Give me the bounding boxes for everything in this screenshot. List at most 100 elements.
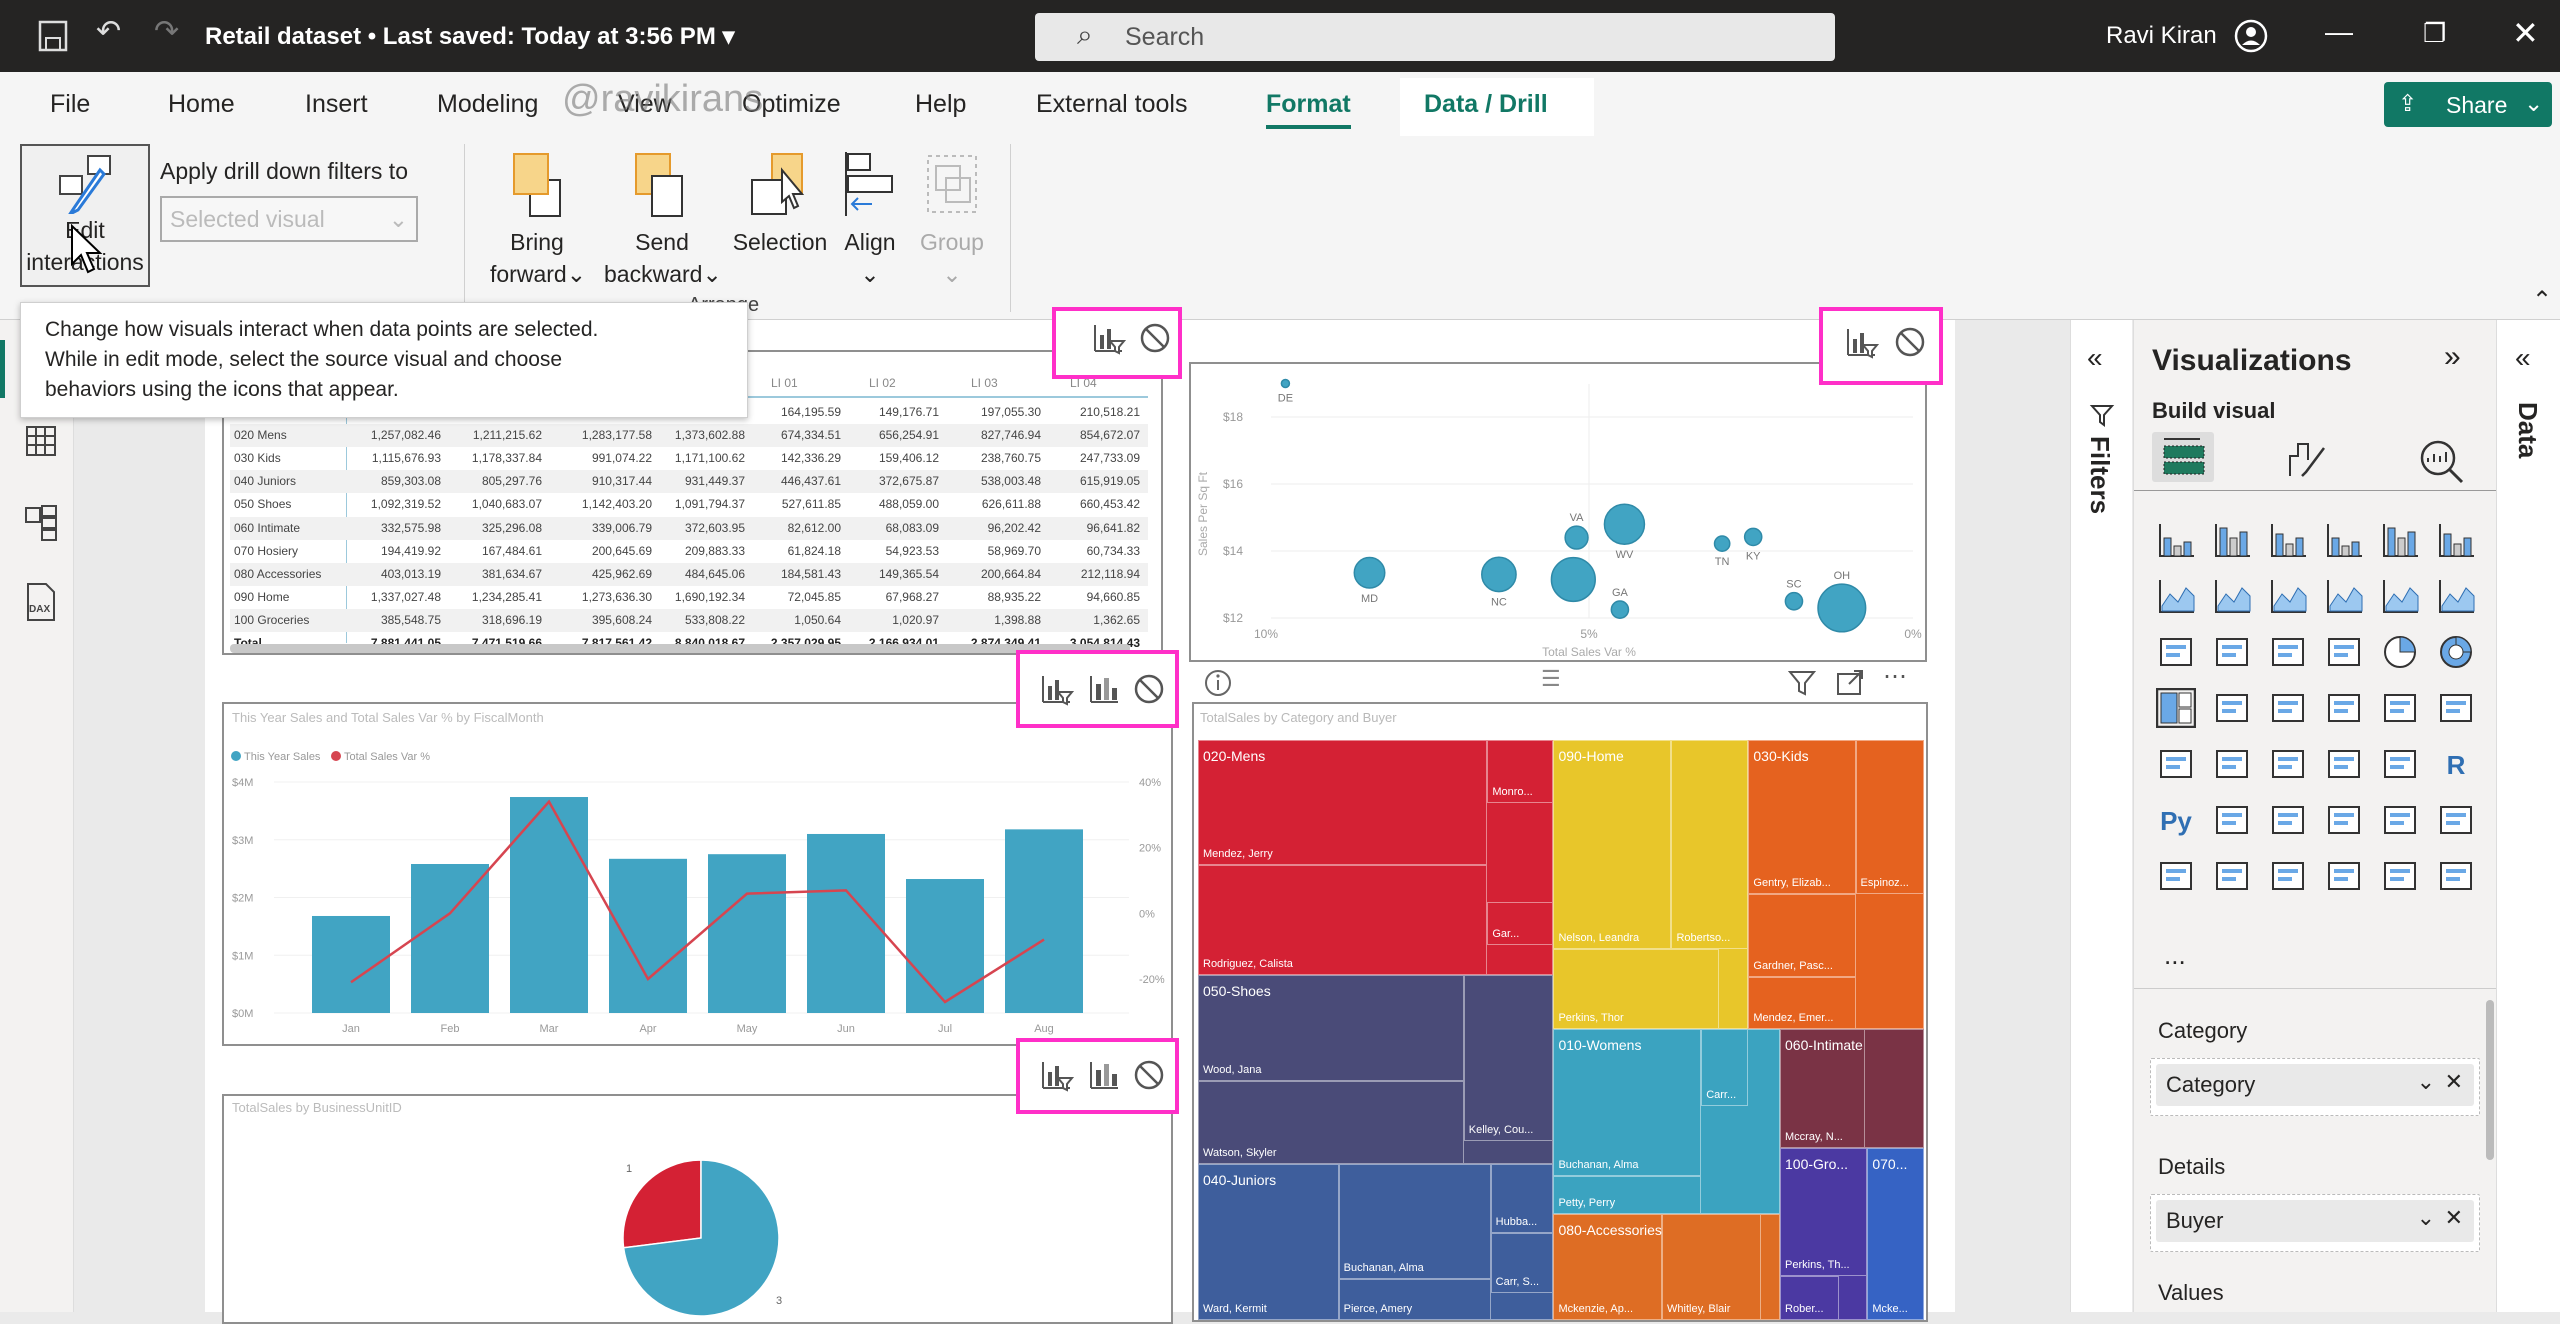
- treemap-icon[interactable]: [2156, 688, 2196, 728]
- category-well[interactable]: Category ⌄ ✕: [2150, 1058, 2480, 1116]
- treemap-tile[interactable]: Carr, S...: [1490, 1232, 1554, 1294]
- selection-button[interactable]: Selection: [728, 150, 832, 270]
- combo-chart-visual[interactable]: This Year Sales and Total Sales Var % by…: [222, 702, 1173, 1046]
- pane-scrollbar[interactable]: [2486, 1000, 2494, 1160]
- close-icon[interactable]: ✕: [2512, 14, 2539, 52]
- category-field-pill[interactable]: Category ⌄ ✕: [2156, 1064, 2474, 1106]
- buyer-field-pill[interactable]: Buyer ⌄ ✕: [2156, 1200, 2474, 1242]
- treemap-tile[interactable]: Buchanan, Alma: [1338, 1164, 1491, 1279]
- expand-filters-icon[interactable]: «: [2087, 342, 2103, 374]
- kpi-icon[interactable]: [2212, 744, 2252, 784]
- treemap-tile[interactable]: Rober...: [1780, 1275, 1840, 1320]
- details-well[interactable]: Buyer ⌄ ✕: [2150, 1194, 2480, 1252]
- chevron-down-icon[interactable]: ⌄: [2417, 1205, 2435, 1231]
- save-icon[interactable]: [38, 20, 68, 52]
- qa-icon[interactable]: [2324, 800, 2364, 840]
- user-avatar-icon[interactable]: [2233, 18, 2269, 54]
- pie-chart-visual[interactable]: TotalSales by BusinessUnitID 1 3: [222, 1094, 1173, 1324]
- none-interaction-icon[interactable]: [1132, 1058, 1166, 1092]
- group-button[interactable]: Group ⌄: [914, 150, 990, 300]
- slicer-icon[interactable]: [2268, 744, 2308, 784]
- collapse-pane-icon[interactable]: »: [2444, 340, 2461, 374]
- drill-filter-select[interactable]: Selected visual ⌄: [160, 196, 418, 242]
- stacked-column-icon[interactable]: [2212, 520, 2252, 560]
- restore-icon[interactable]: ❐: [2423, 18, 2446, 49]
- treemap-tile[interactable]: Kelley, Cou...: [1463, 974, 1554, 1141]
- tab-external-tools[interactable]: External tools: [1036, 90, 1187, 119]
- multirow-card-icon[interactable]: [2156, 744, 2196, 784]
- model-view-icon[interactable]: [24, 504, 58, 542]
- decomposition-tree-icon[interactable]: [2268, 800, 2308, 840]
- table-view-icon[interactable]: [24, 424, 58, 458]
- search-input[interactable]: ⌕ Search: [1035, 13, 1835, 61]
- filter-interaction-icon[interactable]: [1040, 672, 1074, 706]
- line-stacked-column-icon[interactable]: [2436, 576, 2476, 616]
- bring-forward-button[interactable]: Bring forward⌄: [490, 150, 586, 300]
- tab-format[interactable]: Format: [1266, 90, 1351, 129]
- redo-icon[interactable]: ↷: [154, 14, 179, 49]
- line-column-icon[interactable]: [2380, 576, 2420, 616]
- python-visual-icon[interactable]: Py: [2156, 800, 2196, 840]
- undo-icon[interactable]: ↶: [96, 14, 121, 49]
- treemap-tile[interactable]: Pierce, Amery: [1338, 1278, 1491, 1320]
- tab-file[interactable]: File: [50, 90, 90, 119]
- more-visuals-button[interactable]: ...: [2164, 940, 2186, 971]
- format-visual-icon[interactable]: [2284, 438, 2332, 480]
- gauge-icon[interactable]: [2380, 688, 2420, 728]
- treemap-tile[interactable]: Whitley, Blair: [1662, 1214, 1762, 1320]
- treemap-visual[interactable]: TotalSales by Category and Buyer Mendez,…: [1192, 702, 1928, 1322]
- tab-data-drill[interactable]: Data / Drill: [1424, 90, 1548, 119]
- treemap-tile[interactable]: Mcke...: [1867, 1147, 1924, 1320]
- paginated-report-icon[interactable]: [2156, 856, 2196, 896]
- analytics-icon[interactable]: [2416, 438, 2466, 484]
- 100-bar-icon[interactable]: [2380, 520, 2420, 560]
- donut-icon[interactable]: [2436, 632, 2476, 672]
- filter-interaction-icon[interactable]: [1040, 1058, 1074, 1092]
- tab-insert[interactable]: Insert: [305, 90, 368, 119]
- align-button[interactable]: Align ⌄: [838, 150, 902, 300]
- treemap-tile[interactable]: Espinoz...: [1855, 740, 1924, 895]
- scatter-visual[interactable]: $12 $14 $16 $18 10% 5% 0% Total Sales Var % Sale…: [1189, 362, 1927, 662]
- treemap-tile[interactable]: Rodriguez, Calista: [1198, 865, 1488, 975]
- treemap-tile[interactable]: Monro...: [1487, 740, 1554, 803]
- filter-interaction-icon[interactable]: [1092, 321, 1126, 355]
- treemap-tile[interactable]: Mendez, Emer...: [1748, 976, 1856, 1030]
- chevron-down-icon[interactable]: ⌄: [2417, 1069, 2435, 1095]
- tab-help[interactable]: Help: [915, 90, 966, 119]
- area-icon[interactable]: [2212, 576, 2252, 616]
- info-icon[interactable]: [1203, 668, 1233, 698]
- waterfall-icon[interactable]: [2212, 632, 2252, 672]
- line-icon[interactable]: [2156, 576, 2196, 616]
- treemap-tile[interactable]: Carr...: [1701, 1029, 1749, 1106]
- clustered-bar-icon[interactable]: [2268, 520, 2308, 560]
- focus-mode-icon[interactable]: [1835, 668, 1865, 698]
- powerapps-canvas-icon[interactable]: [2380, 856, 2420, 896]
- r-visual-icon[interactable]: R: [2436, 744, 2476, 784]
- smart-narrative-icon[interactable]: [2380, 800, 2420, 840]
- document-title[interactable]: Retail dataset • Last saved: Today at 3:…: [205, 22, 735, 51]
- matrix-icon[interactable]: [2380, 744, 2420, 784]
- filled-map-icon[interactable]: [2268, 688, 2308, 728]
- share-button[interactable]: ⇪ Share ⌄: [2384, 82, 2552, 127]
- tab-modeling[interactable]: Modeling: [437, 90, 538, 119]
- treemap-tile[interactable]: Robertso...: [1671, 740, 1749, 950]
- build-visual-tab[interactable]: [2152, 432, 2214, 482]
- treemap-tile[interactable]: Gardner, Pasc...: [1748, 894, 1856, 977]
- waterfall-ribbon-icon[interactable]: [2156, 632, 2196, 672]
- none-interaction-icon[interactable]: [1132, 672, 1166, 706]
- tab-home[interactable]: Home: [168, 90, 235, 119]
- scatter-icon[interactable]: [2324, 632, 2364, 672]
- power-automate-flow-icon[interactable]: [2436, 856, 2476, 896]
- pie-icon[interactable]: [2380, 632, 2420, 672]
- card-icon[interactable]: [2436, 688, 2476, 728]
- key-influencers-icon[interactable]: [2212, 800, 2252, 840]
- arcgis-icon[interactable]: [2324, 856, 2364, 896]
- minimize-icon[interactable]: —: [2325, 16, 2353, 48]
- table-icon[interactable]: [2324, 744, 2364, 784]
- filter-icon[interactable]: [1787, 668, 1817, 698]
- send-backward-button[interactable]: Send backward⌄: [604, 150, 722, 300]
- treemap-tile[interactable]: Gar...: [1487, 902, 1554, 946]
- treemap-tile[interactable]: Perkins, Thor: [1553, 949, 1719, 1030]
- collapse-ribbon-icon[interactable]: ⌃: [2532, 286, 2552, 315]
- data-pane-collapsed[interactable]: « Data: [2496, 320, 2560, 1312]
